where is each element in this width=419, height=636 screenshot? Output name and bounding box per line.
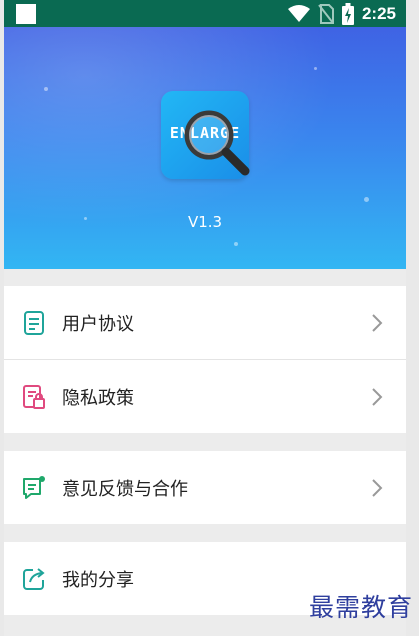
notification-square-icon xyxy=(16,4,36,24)
share-icon xyxy=(23,567,45,590)
app-version: V1.3 xyxy=(187,213,223,231)
battery-charging-icon xyxy=(341,2,354,25)
status-time: 2:25 xyxy=(361,3,396,23)
document-icon xyxy=(24,310,44,335)
chevron-right-icon xyxy=(372,387,383,406)
app-logo-magnifier-icon: ENLARGE xyxy=(161,91,250,179)
status-bar: 2:25 xyxy=(4,0,406,27)
menu-item-feedback[interactable]: 意见反馈与合作 xyxy=(4,451,406,524)
menu-item-label: 我的分享 xyxy=(62,569,134,591)
magnifier-glyph xyxy=(184,110,250,176)
menu-item-label: 意见反馈与合作 xyxy=(62,478,188,500)
chevron-right-icon xyxy=(372,313,383,332)
no-sim-icon xyxy=(318,3,334,24)
menu-item-label: 隐私政策 xyxy=(62,387,134,409)
app-screen: 2:25 ENLARGE V1.3 用户协议 xyxy=(4,0,406,636)
menu-item-user-agreement[interactable]: 用户协议 xyxy=(4,286,406,359)
wifi-icon xyxy=(287,4,310,22)
about-header: ENLARGE V1.3 xyxy=(4,27,406,269)
feedback-message-icon xyxy=(23,475,45,499)
chevron-right-icon xyxy=(372,478,383,497)
menu-item-label: 用户协议 xyxy=(62,313,134,335)
status-icons: 2:25 xyxy=(287,2,396,25)
privacy-lock-icon xyxy=(23,384,45,409)
menu-item-privacy-policy[interactable]: 隐私政策 xyxy=(4,360,406,433)
watermark: 最需教育 xyxy=(308,593,413,622)
